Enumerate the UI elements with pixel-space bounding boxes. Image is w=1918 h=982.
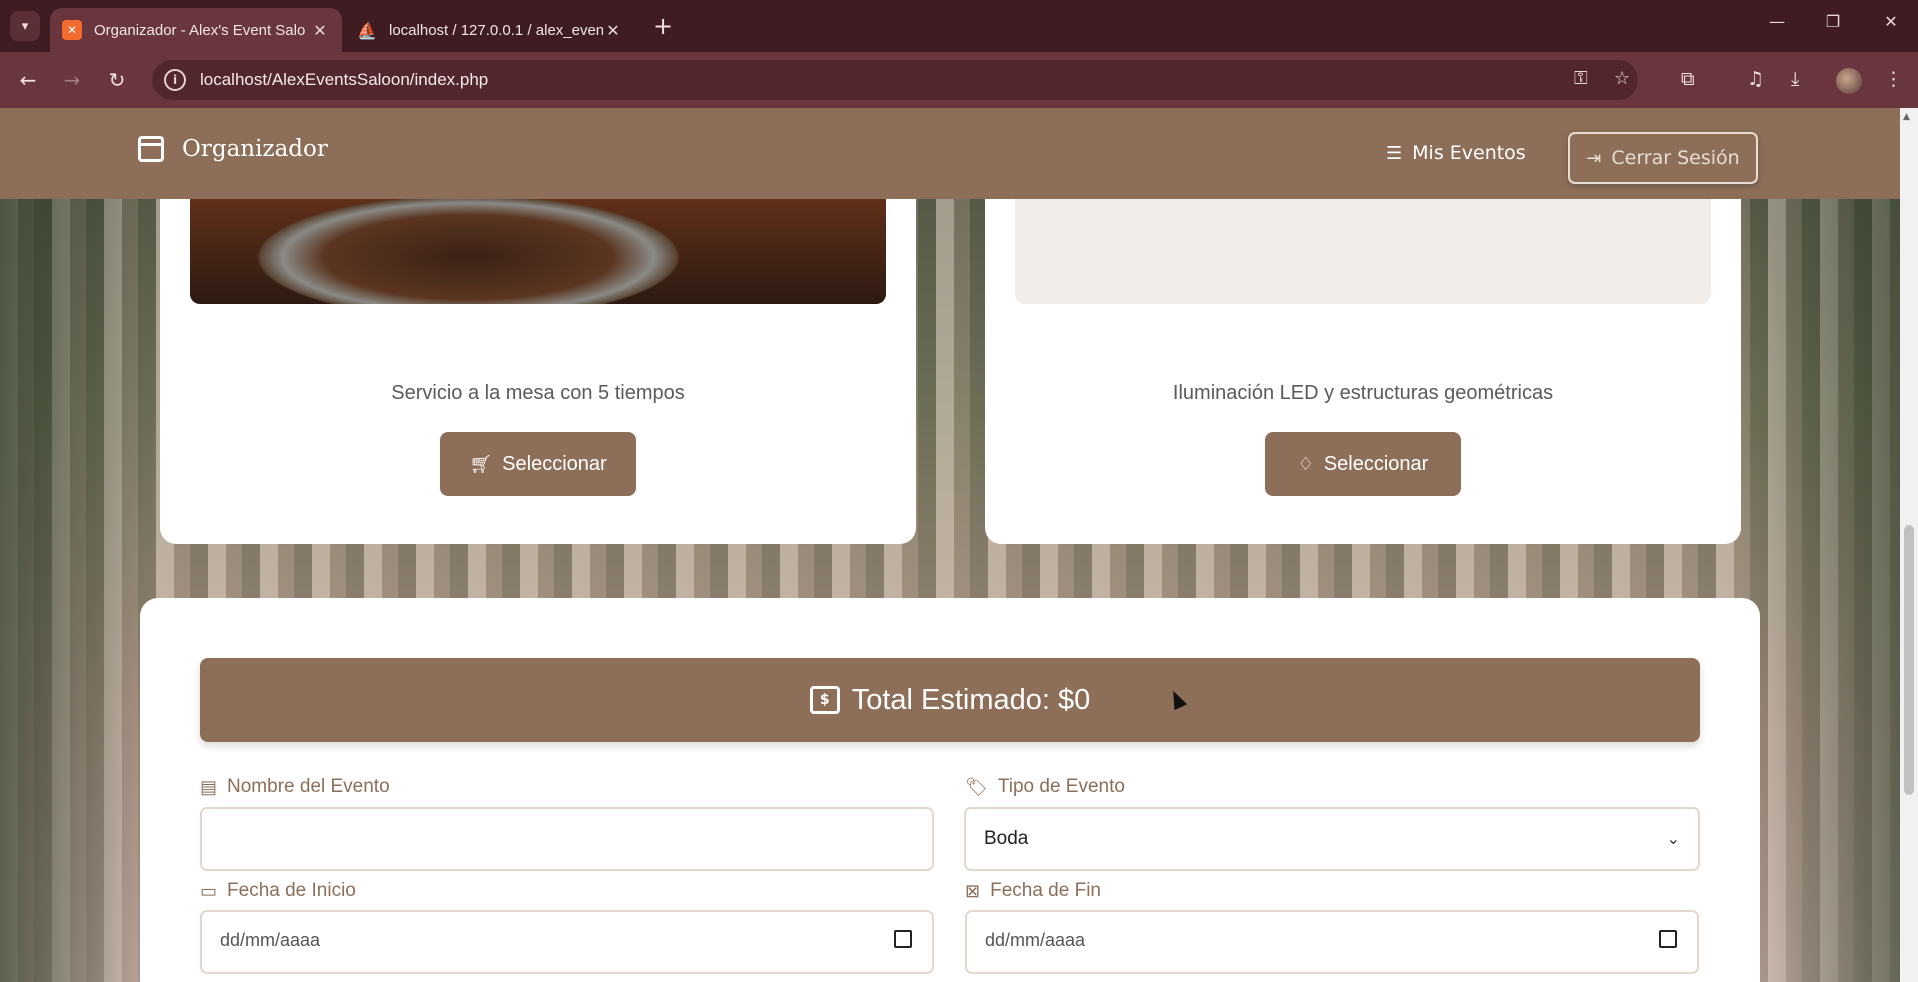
logout-button[interactable]: ⇥ Cerrar Sesión bbox=[1568, 132, 1758, 184]
download-icon[interactable]: ⤓ bbox=[1791, 68, 1799, 90]
calendar-icon: ▭ bbox=[200, 880, 218, 901]
browser-tab-bar: ▾ ✕ Organizador - Alex's Event Salo ✕ ⛵ … bbox=[0, 0, 1918, 52]
select-service-button[interactable]: ♢ Seleccionar bbox=[1265, 432, 1461, 496]
tab-search-button[interactable]: ▾ bbox=[10, 11, 40, 41]
event-form-panel: $ Total Estimado: $0 ▤ Nombre del Evento… bbox=[140, 598, 1760, 982]
browser-toolbar: ← → ↻ i localhost/AlexEventsSaloon/index… bbox=[0, 52, 1918, 108]
extensions-icon[interactable]: ⧉ bbox=[1681, 68, 1695, 90]
chevron-down-icon: ⌄ bbox=[1666, 831, 1680, 848]
event-type-value: Boda bbox=[984, 828, 1029, 849]
calendar-picker-icon[interactable] bbox=[894, 930, 912, 948]
cart-icon: 🛒︎ bbox=[469, 453, 493, 474]
brand-name: Organizador bbox=[182, 136, 328, 162]
tab-title: localhost / 127.0.0.1 / alex_even bbox=[389, 21, 603, 39]
service-description: Servicio a la mesa con 5 tiempos bbox=[391, 382, 685, 404]
start-date-input[interactable]: dd/mm/aaaa bbox=[200, 910, 934, 974]
select-button-label: Seleccionar bbox=[1323, 452, 1429, 475]
event-type-select[interactable]: Boda ⌄ bbox=[964, 807, 1700, 871]
xampp-icon: ✕ bbox=[62, 20, 82, 40]
url-text[interactable]: localhost/AlexEventsSaloon/index.php bbox=[200, 70, 488, 90]
select-service-button[interactable]: 🛒︎ Seleccionar bbox=[440, 432, 636, 496]
start-date-label: ▭ Fecha de Inicio bbox=[200, 880, 356, 902]
media-control-icon[interactable]: ♫ bbox=[1747, 68, 1764, 90]
brand-logo[interactable]: Organizador bbox=[138, 136, 328, 162]
site-info-icon[interactable]: i bbox=[164, 69, 186, 91]
logout-label: Cerrar Sesión bbox=[1611, 147, 1740, 169]
back-icon[interactable]: ← bbox=[14, 66, 42, 94]
menu-icon[interactable]: ⋮ bbox=[1884, 68, 1903, 90]
tab-title: Organizador - Alex's Event Salo bbox=[94, 21, 306, 39]
calendar-x-icon: ⊠ bbox=[965, 880, 981, 901]
page-scrollbar[interactable]: ▲ bbox=[1900, 108, 1918, 982]
scrollbar-thumb[interactable] bbox=[1904, 525, 1914, 795]
total-estimate-banner: $ Total Estimado: $0 bbox=[200, 658, 1700, 742]
event-name-input[interactable] bbox=[200, 807, 934, 871]
service-card: Servicio a la mesa con 5 tiempos 🛒︎ Sele… bbox=[160, 148, 916, 544]
forward-icon[interactable]: → bbox=[58, 66, 86, 94]
restore-icon[interactable]: ❐ bbox=[1818, 12, 1848, 38]
close-tab-icon[interactable]: ✕ bbox=[310, 21, 330, 40]
calendar-icon bbox=[138, 136, 164, 162]
minimize-icon[interactable]: — bbox=[1762, 12, 1792, 38]
end-date-label: ⊠ Fecha de Fin bbox=[965, 880, 1101, 902]
service-card: Iluminación LED y estructuras geométrica… bbox=[985, 148, 1741, 544]
reload-icon[interactable]: ↻ bbox=[103, 66, 131, 94]
gem-icon: ♢ bbox=[1297, 453, 1314, 474]
date-placeholder: dd/mm/aaaa bbox=[220, 930, 321, 950]
event-type-label: 🏷︎ Tipo de Evento bbox=[965, 776, 1125, 798]
date-placeholder: dd/mm/aaaa bbox=[985, 930, 1086, 950]
end-date-input[interactable]: dd/mm/aaaa bbox=[965, 910, 1699, 974]
nav-link-label: Mis Eventos bbox=[1412, 142, 1526, 164]
new-tab-button[interactable]: + bbox=[650, 14, 676, 40]
money-icon: $ bbox=[809, 686, 840, 714]
label-text: Fecha de Fin bbox=[990, 880, 1101, 901]
close-tab-icon[interactable]: ✕ bbox=[603, 21, 623, 40]
bookmark-star-icon[interactable]: ☆ bbox=[1614, 68, 1630, 89]
label-text: Tipo de Evento bbox=[997, 776, 1125, 797]
tag-icon: 🏷︎ bbox=[965, 776, 988, 797]
tab-organizador[interactable]: ✕ Organizador - Alex's Event Salo ✕ bbox=[50, 8, 342, 52]
logout-icon: ⇥ bbox=[1586, 147, 1602, 169]
address-bar[interactable]: i localhost/AlexEventsSaloon/index.php ⚿… bbox=[152, 60, 1638, 100]
select-button-label: Seleccionar bbox=[502, 452, 607, 475]
background-foliage-right bbox=[1740, 108, 1900, 982]
close-window-icon[interactable]: ✕ bbox=[1876, 12, 1906, 38]
profile-avatar[interactable] bbox=[1836, 68, 1862, 94]
scroll-up-icon[interactable]: ▲ bbox=[1903, 112, 1910, 122]
label-text: Nombre del Evento bbox=[227, 776, 390, 797]
label-text: Fecha de Inicio bbox=[227, 880, 356, 901]
event-name-label: ▤ Nombre del Evento bbox=[200, 776, 390, 798]
calendar-picker-icon[interactable] bbox=[1659, 930, 1677, 948]
total-estimate-text: Total Estimado: $0 bbox=[851, 683, 1091, 716]
phpmyadmin-icon: ⛵ bbox=[357, 20, 377, 40]
key-icon[interactable]: ⚿ bbox=[1574, 68, 1588, 89]
app-navbar: Organizador ☰ Mis Eventos ⇥ Cerrar Sesió… bbox=[0, 108, 1900, 199]
page-viewport: Servicio a la mesa con 5 tiempos 🛒︎ Sele… bbox=[0, 108, 1918, 982]
service-description: Iluminación LED y estructuras geométrica… bbox=[1172, 382, 1554, 404]
tab-phpmyadmin[interactable]: ⛵ localhost / 127.0.0.1 / alex_even ✕ bbox=[345, 8, 635, 52]
card-text-icon: ▤ bbox=[200, 776, 218, 797]
nav-mis-eventos[interactable]: ☰ Mis Eventos bbox=[1386, 142, 1526, 164]
background-foliage-left bbox=[0, 108, 160, 982]
list-icon: ☰ bbox=[1386, 142, 1403, 164]
